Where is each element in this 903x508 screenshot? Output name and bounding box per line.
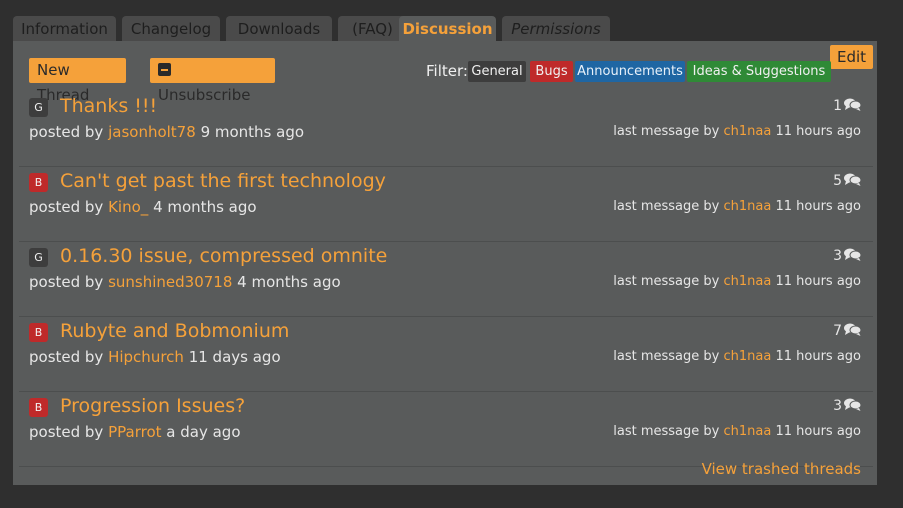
last-message: last message by ch1naa 11 hours ago (613, 349, 861, 364)
new-thread-button[interactable]: New Thread (29, 58, 126, 104)
filter-general[interactable]: General (468, 61, 526, 82)
author-link[interactable]: Kino_ (108, 198, 148, 216)
view-trashed-threads-link[interactable]: View trashed threads (702, 460, 861, 478)
posted-by-label: posted by (29, 123, 104, 141)
reply-count-value: 3 (833, 398, 842, 414)
author-link[interactable]: PParrot (108, 423, 161, 441)
thread-row: G Thanks !!! posted by jasonholt78 9 mon… (19, 92, 873, 167)
reply-count-value: 5 (833, 173, 842, 189)
author-link[interactable]: Hipchurch (108, 348, 184, 366)
thread-age: 11 days ago (188, 348, 281, 366)
thread-age: 4 months ago (237, 273, 341, 291)
thread-title[interactable]: Rubyte and Bobmonium (60, 320, 289, 342)
tab-discussion[interactable]: Discussion (399, 16, 496, 42)
thread-row: B Progression Issues? posted by PParrot … (19, 392, 873, 467)
last-user-link[interactable]: ch1naa (723, 124, 771, 139)
thread-age: 4 months ago (153, 198, 257, 216)
thread-title[interactable]: 0.16.30 issue, compressed omnite (60, 245, 387, 267)
tab-downloads[interactable]: Downloads (226, 16, 332, 42)
edit-button[interactable]: Edit (830, 45, 873, 69)
thread-title[interactable]: Thanks !!! (60, 95, 157, 117)
posted-by-label: posted by (29, 348, 104, 366)
thread-meta: posted by PParrot a day ago (29, 423, 241, 441)
last-message-age: 11 hours ago (775, 199, 861, 214)
posted-by-label: posted by (29, 198, 104, 216)
discussion-panel: Edit New Thread Unsubscribe Filter: Gene… (13, 41, 877, 485)
last-message: last message by ch1naa 11 hours ago (613, 424, 861, 439)
category-general-icon: G (29, 248, 48, 267)
last-message-age: 11 hours ago (775, 424, 861, 439)
unsubscribe-button[interactable]: Unsubscribe (150, 58, 275, 104)
comment-bubbles-icon (844, 398, 861, 411)
reply-count: 1 (833, 98, 861, 114)
filter-label: Filter: (426, 62, 468, 80)
reply-count: 3 (833, 248, 861, 264)
last-message-age: 11 hours ago (775, 124, 861, 139)
author-link[interactable]: sunshined30718 (108, 273, 232, 291)
reply-count: 3 (833, 398, 861, 414)
posted-by-label: posted by (29, 423, 104, 441)
reply-count-value: 1 (833, 98, 842, 114)
reply-count: 5 (833, 173, 861, 189)
last-message-age: 11 hours ago (775, 274, 861, 289)
thread-row: B Rubyte and Bobmonium posted by Hipchur… (19, 317, 873, 392)
thread-row: B Can't get past the first technology po… (19, 167, 873, 242)
thread-list: G Thanks !!! posted by jasonholt78 9 mon… (13, 92, 877, 467)
thread-meta: posted by Kino_ 4 months ago (29, 198, 257, 216)
last-message-label: last message by (613, 274, 720, 289)
minus-square-icon (158, 63, 171, 76)
thread-age: a day ago (166, 423, 241, 441)
category-bug-icon: B (29, 398, 48, 417)
tab-permissions[interactable]: Permissions (502, 16, 610, 42)
last-message-label: last message by (613, 124, 720, 139)
thread-meta: posted by jasonholt78 9 months ago (29, 123, 304, 141)
filter-bugs[interactable]: Bugs (530, 61, 573, 82)
tab-changelog[interactable]: Changelog (122, 16, 220, 42)
tab-faq[interactable]: (FAQ) (338, 16, 407, 42)
comment-bubbles-icon (844, 173, 861, 186)
filter-ideas-suggestions[interactable]: Ideas & Suggestions (687, 61, 831, 82)
thread-row: G 0.16.30 issue, compressed omnite poste… (19, 242, 873, 317)
last-user-link[interactable]: ch1naa (723, 199, 771, 214)
thread-meta: posted by sunshined30718 4 months ago (29, 273, 341, 291)
comment-bubbles-icon (844, 248, 861, 261)
category-bug-icon: B (29, 323, 48, 342)
last-message: last message by ch1naa 11 hours ago (613, 124, 861, 139)
reply-count-value: 3 (833, 248, 842, 264)
last-user-link[interactable]: ch1naa (723, 274, 771, 289)
category-general-icon: G (29, 98, 48, 117)
posted-by-label: posted by (29, 273, 104, 291)
last-message: last message by ch1naa 11 hours ago (613, 274, 861, 289)
thread-meta: posted by Hipchurch 11 days ago (29, 348, 281, 366)
filter-announcements[interactable]: Announcements (575, 61, 685, 82)
category-bug-icon: B (29, 173, 48, 192)
last-message-label: last message by (613, 349, 720, 364)
tab-information[interactable]: Information (13, 16, 116, 42)
thread-title[interactable]: Can't get past the first technology (60, 170, 386, 192)
last-message-age: 11 hours ago (775, 349, 861, 364)
reply-count-value: 7 (833, 323, 842, 339)
last-message-label: last message by (613, 199, 720, 214)
reply-count: 7 (833, 323, 861, 339)
thread-title[interactable]: Progression Issues? (60, 395, 245, 417)
last-message-label: last message by (613, 424, 720, 439)
author-link[interactable]: jasonholt78 (108, 123, 196, 141)
comment-bubbles-icon (844, 98, 861, 111)
comment-bubbles-icon (844, 323, 861, 336)
last-user-link[interactable]: ch1naa (723, 424, 771, 439)
last-message: last message by ch1naa 11 hours ago (613, 199, 861, 214)
last-user-link[interactable]: ch1naa (723, 349, 771, 364)
thread-age: 9 months ago (200, 123, 305, 141)
